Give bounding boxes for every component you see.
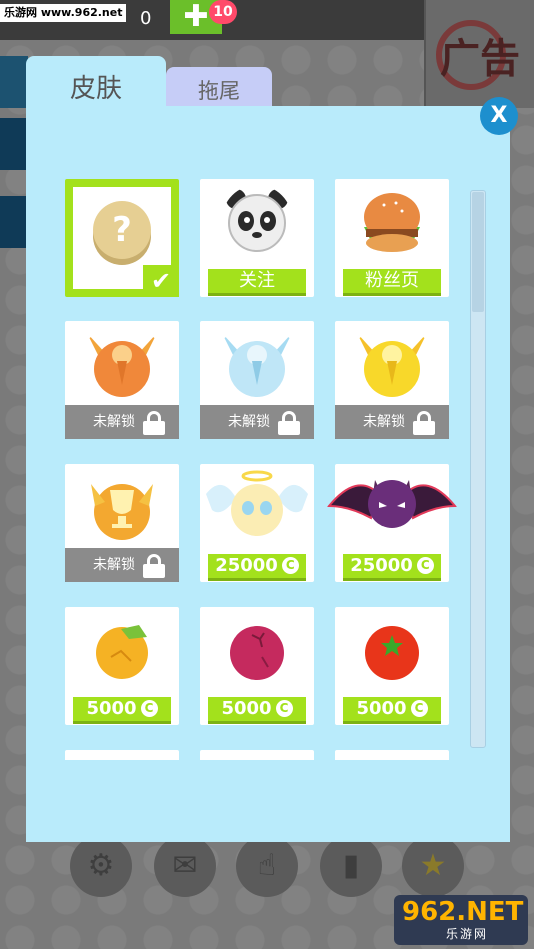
brand-logo: 962.NET 乐游网 <box>394 895 528 945</box>
skin-card-angel[interactable]: 25000 C <box>200 464 314 582</box>
skin-card-trophy[interactable]: 未解锁 <box>65 464 179 582</box>
scrollbar[interactable] <box>470 190 486 748</box>
remove-ads-button[interactable]: 广告 <box>424 0 534 108</box>
side-menu-item[interactable] <box>0 196 28 248</box>
skin-card-gold-medal[interactable]: 未解锁 <box>335 321 449 439</box>
price-value: 25000 <box>350 555 413 576</box>
star-icon[interactable]: ★ <box>402 835 464 897</box>
coin-icon: C <box>416 557 434 574</box>
skin-card-silver-medal[interactable]: 未解锁 <box>200 321 314 439</box>
trophy-icon <box>91 484 153 540</box>
gold-medal-icon <box>357 333 427 397</box>
coin-icon: C <box>275 700 293 717</box>
watermark: 乐游网 www.962.net <box>0 4 127 22</box>
tab-skin[interactable]: 皮肤 <box>26 56 166 110</box>
skin-card-partial[interactable] <box>65 750 179 760</box>
coin-icon: C <box>281 557 299 574</box>
price-button[interactable]: 25000 C <box>343 554 441 578</box>
fan-page-button[interactable]: 粉丝页 <box>343 269 441 293</box>
coin-count: 0 <box>140 8 152 29</box>
locked-label: 未解锁 <box>93 557 135 573</box>
lock-icon <box>413 411 435 435</box>
devil-icon <box>327 480 457 528</box>
locked-label: 未解锁 <box>363 414 405 430</box>
price-value: 5000 <box>221 698 272 719</box>
price-button[interactable]: 25000 C <box>208 554 306 578</box>
skin-card-partial[interactable] <box>335 750 449 760</box>
price-button[interactable]: 5000 C <box>343 697 441 721</box>
coin-icon: C <box>410 700 428 717</box>
skin-card-orange[interactable]: 5000 C <box>65 607 179 725</box>
locked-overlay: 未解锁 <box>200 405 314 439</box>
price-value: 5000 <box>86 698 137 719</box>
plum-icon <box>230 626 284 680</box>
hand-pointer-icon[interactable]: ☝ <box>236 835 298 897</box>
tab-trail-label: 拖尾 <box>198 79 240 103</box>
bottom-nav: ⚙ ✉ ☝ ▮ ★ <box>70 835 470 897</box>
skin-card-mystery[interactable]: ? ✔ <box>65 179 179 297</box>
leaderboard-icon[interactable]: ▮ <box>320 835 382 897</box>
tomato-icon <box>365 626 419 680</box>
coin-icon: C <box>140 700 158 717</box>
skin-card-plum[interactable]: 5000 C <box>200 607 314 725</box>
locked-label: 未解锁 <box>228 414 270 430</box>
side-menu-item[interactable] <box>0 118 28 170</box>
burger-icon <box>364 193 420 252</box>
scrollbar-thumb[interactable] <box>472 192 484 312</box>
skin-card-panda[interactable]: 关注 <box>200 179 314 297</box>
ad-label: 广告 <box>440 36 520 82</box>
brand-logo-subtext: 乐游网 <box>446 927 489 941</box>
skin-card-bronze-medal[interactable]: 未解锁 <box>65 321 179 439</box>
lock-icon <box>143 554 165 578</box>
checkmark-icon: ✔ <box>143 265 179 297</box>
locked-label: 未解锁 <box>93 414 135 430</box>
price-button[interactable]: 5000 C <box>208 697 306 721</box>
skin-card-tomato[interactable]: 5000 C <box>335 607 449 725</box>
locked-overlay: 未解锁 <box>65 405 179 439</box>
side-menu-item[interactable] <box>0 56 28 108</box>
mystery-icon: ? <box>93 201 151 259</box>
orange-icon <box>96 625 148 679</box>
lock-icon <box>143 411 165 435</box>
skin-card-devil[interactable]: 25000 C <box>327 464 457 582</box>
price-value: 5000 <box>356 698 407 719</box>
price-button[interactable]: 5000 C <box>73 697 171 721</box>
notification-badge: 10 <box>209 0 237 24</box>
lock-icon <box>278 411 300 435</box>
skin-card-partial[interactable] <box>200 750 314 760</box>
tab-skin-label: 皮肤 <box>69 74 122 104</box>
skin-grid: ? ✔ 关注 粉丝页 未解锁 未解锁 未解锁 未解锁 25000 C 25000… <box>60 176 462 760</box>
angel-icon <box>206 470 308 536</box>
bronze-medal-icon <box>87 333 157 397</box>
panda-icon <box>226 189 288 252</box>
brand-logo-text: 962.NET <box>402 897 524 927</box>
mail-icon[interactable]: ✉ <box>154 835 216 897</box>
locked-overlay: 未解锁 <box>65 548 179 582</box>
follow-button[interactable]: 关注 <box>208 269 306 293</box>
gear-icon[interactable]: ⚙ <box>70 835 132 897</box>
price-value: 25000 <box>215 555 278 576</box>
silver-medal-icon <box>222 333 292 397</box>
close-button[interactable]: X <box>480 97 518 135</box>
locked-overlay: 未解锁 <box>335 405 449 439</box>
skin-card-burger[interactable]: 粉丝页 <box>335 179 449 297</box>
tab-trail[interactable]: 拖尾 <box>166 67 272 109</box>
